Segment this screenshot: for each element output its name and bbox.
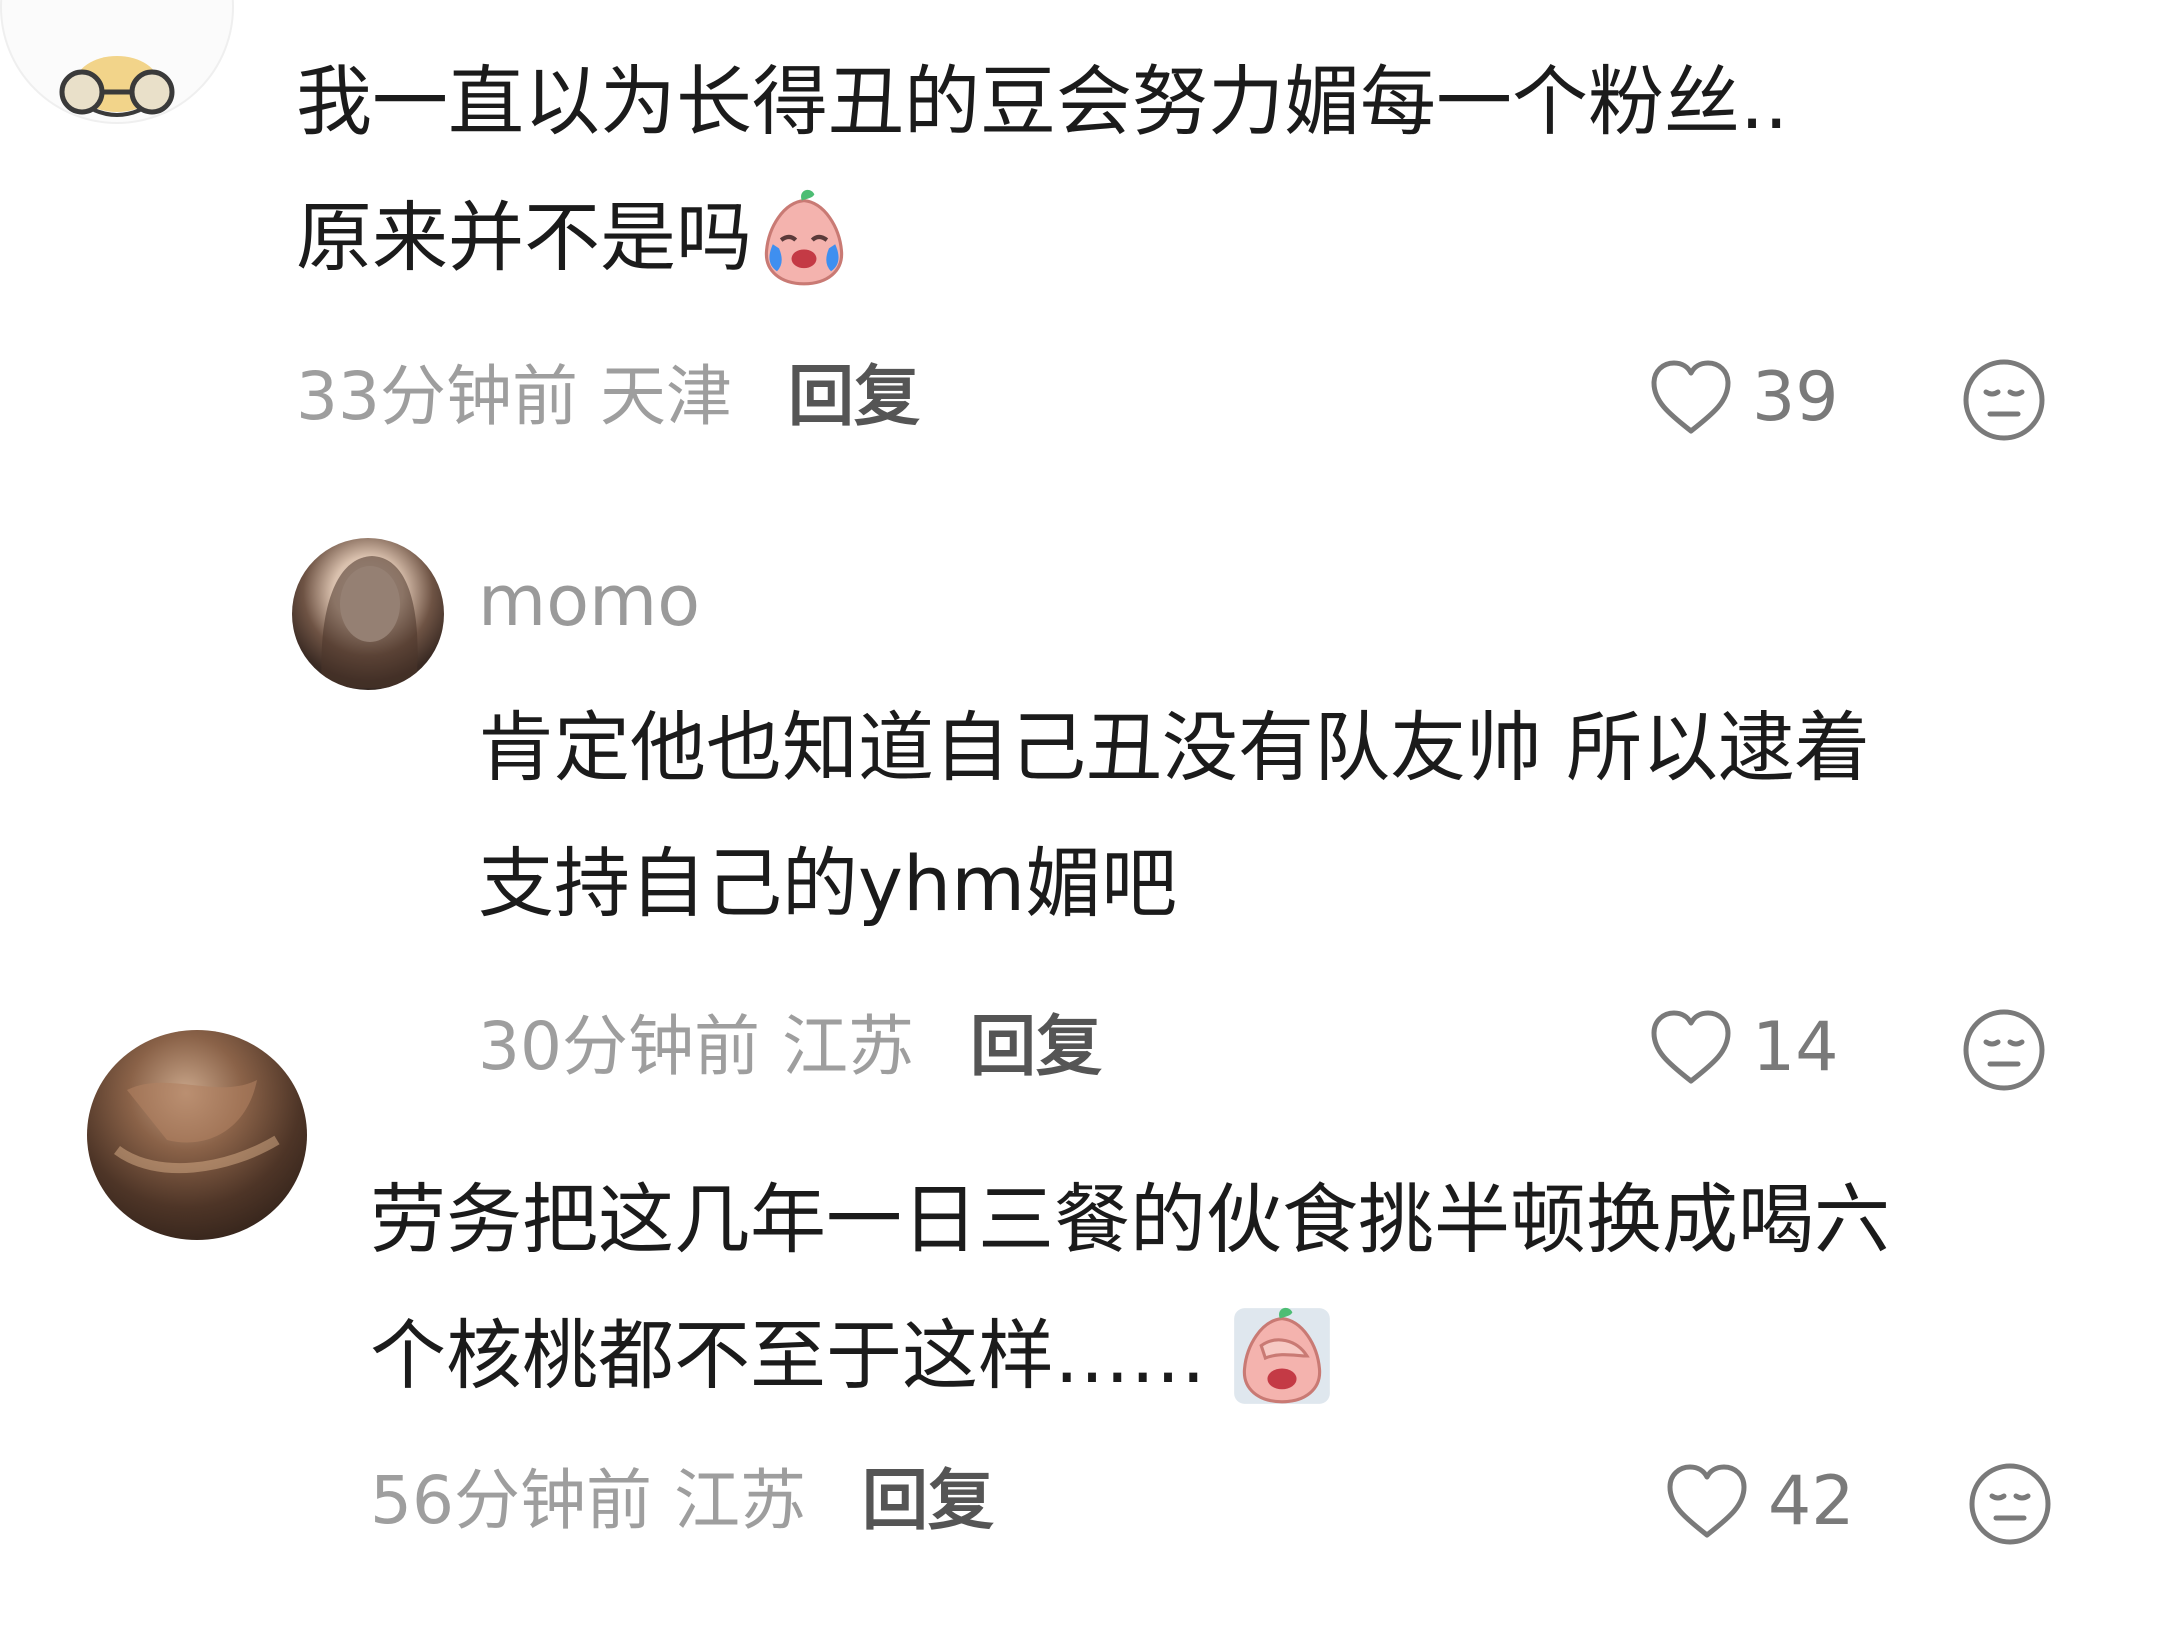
comment-time: 56分钟前: [370, 1462, 652, 1539]
comment-location: 天津: [599, 358, 732, 435]
dislike-button[interactable]: [1966, 1460, 2054, 1548]
user-photo-avatar-icon: [321, 556, 418, 688]
comment-location: 江苏: [781, 1008, 914, 1085]
comment-text: 劳务把这几年一日三餐的伙食挑半顿换成喝六 个核桃都不至于这样……: [370, 1152, 2100, 1424]
comment-meta: 30分钟前 江苏 回复: [478, 1002, 1124, 1092]
reply-button[interactable]: 回复: [862, 1462, 994, 1539]
like-count: 39: [1752, 357, 1839, 437]
cartoon-avatar-icon: [59, 56, 175, 117]
dislike-button[interactable]: [1960, 1006, 2048, 1094]
user-photo-avatar-icon: [114, 1080, 280, 1174]
reply-button[interactable]: 回复: [788, 358, 920, 435]
facepalm-pear-emoji: [1234, 1307, 1331, 1404]
heart-outline-icon: [1651, 360, 1731, 434]
avatar[interactable]: [0, 0, 234, 124]
comment-meta: 56分钟前 江苏 回复: [370, 1456, 1016, 1546]
meh-face-icon: [1963, 1009, 2045, 1091]
dislike-button[interactable]: [1960, 356, 2048, 444]
like-button[interactable]: 14: [1648, 1002, 1839, 1092]
meh-face-icon: [1969, 1463, 2051, 1545]
comment-location: 江苏: [673, 1462, 806, 1539]
comment-time: 33分钟前: [296, 358, 578, 435]
username[interactable]: momo: [478, 556, 700, 646]
comment-text: 我一直以为长得丑的豆会努力媚每一个粉丝.. 原来并不是吗: [296, 34, 2056, 306]
like-button[interactable]: 39: [1648, 352, 1839, 442]
like-count: 14: [1752, 1007, 1839, 1087]
comment-meta: 33分钟前 天津 回复: [296, 352, 942, 442]
comment-time: 30分钟前: [478, 1008, 760, 1085]
reply-button[interactable]: 回复: [970, 1008, 1102, 1085]
avatar[interactable]: [87, 1030, 307, 1240]
avatar[interactable]: [292, 538, 444, 690]
comment-text: 肯定他也知道自己丑没有队友帅 所以逮着 支持自己的yhm媚吧: [478, 703, 1871, 928]
like-count: 42: [1768, 1461, 1855, 1541]
crying-pear-emoji: [764, 189, 844, 286]
meh-face-icon: [1963, 359, 2045, 441]
heart-outline-icon: [1667, 1464, 1747, 1538]
heart-outline-icon: [1651, 1010, 1731, 1084]
like-button[interactable]: 42: [1664, 1456, 1855, 1546]
